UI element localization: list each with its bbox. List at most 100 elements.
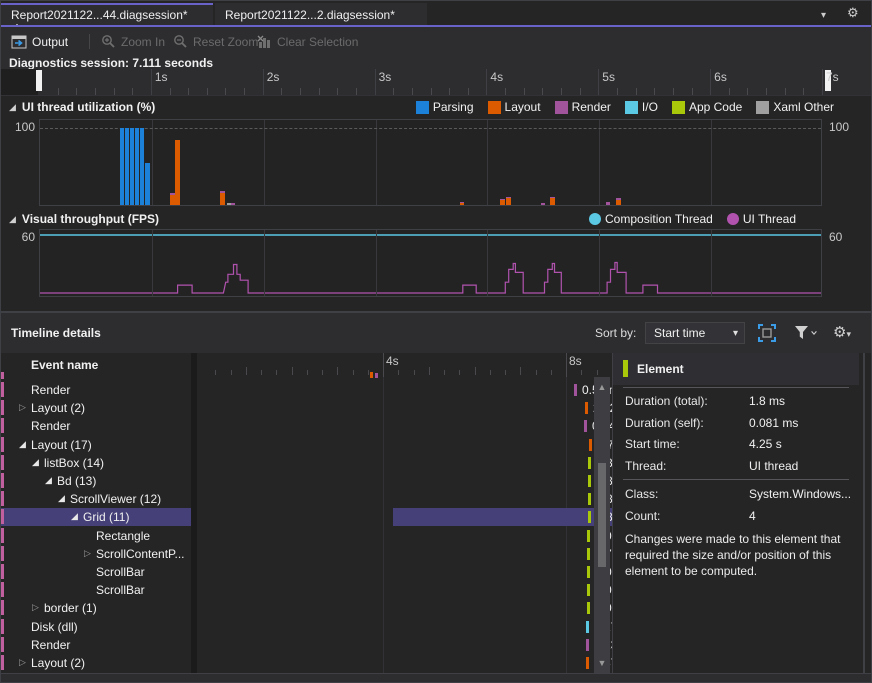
legend-label: I/O [642,100,658,114]
collapse-triangle-icon[interactable]: ◢ [9,102,16,113]
ruler-minor-tick [76,88,77,95]
expander-expanded-icon[interactable]: ◢ [58,493,65,504]
tree-row-scrollcontentp-[interactable]: ▷ScrollContentP... [1,545,191,563]
expander-expanded-icon[interactable]: ◢ [45,475,52,486]
scroll-up-icon[interactable]: ▲ [594,379,610,395]
ruler-minor-tick [170,88,171,95]
output-label: Output [32,35,68,49]
ruler-minor-tick [300,88,301,95]
property-value: 4 [749,509,756,523]
filter-icon[interactable] [794,325,818,341]
utilization-bar-layout [460,203,464,205]
ruler-minor-tick [597,370,598,375]
tab-report-1[interactable]: Report2021122...44.diagsession* ✕ [1,3,213,25]
property-label: Count: [625,509,660,523]
event-label: Layout (2) [31,656,85,670]
utilization-legend: ParsingLayoutRenderI/OApp CodeXaml Other [416,97,834,117]
gridline [376,120,377,205]
ruler-minor-tick [215,370,216,375]
ruler-minor-tick [337,88,338,95]
ruler-major-tick [822,69,823,95]
gridline [383,377,384,673]
tab-report-2[interactable]: Report2021122...2.diagsession* [215,3,427,25]
tree-row-border-1-[interactable]: ▷border (1) [1,599,191,617]
ruler-tick-label: 5s [602,70,615,84]
utilization-bar-layout [550,198,555,205]
tree-row-bd-13-[interactable]: ◢Bd (13) [1,472,191,490]
utilization-bar-layout [616,200,621,205]
tree-row-scrollbar[interactable]: ScrollBar [1,563,191,581]
duration-bar [587,548,590,560]
hundred-percent-gridline [40,128,821,129]
reset-zoom-button[interactable]: Reset Zoom [169,31,262,52]
tab-list-chevron-icon[interactable]: ▾ [821,9,826,23]
fps-legend: Composition ThreadUI Thread [589,209,796,229]
utilization-bar-render [550,197,555,199]
collapse-triangle-icon[interactable]: ◢ [9,214,16,225]
ruler-major-tick [486,69,487,95]
overview-ruler[interactable]: 1s2s3s4s5s6s7s [1,69,872,96]
clear-selection-button[interactable]: Clear Selection [253,31,362,52]
tree-row-listbox-14-[interactable]: ◢listBox (14) [1,454,191,472]
tree-row-render[interactable]: Render [1,417,191,435]
expander-expanded-icon[interactable]: ◢ [71,511,78,522]
tree-row-grid-11-[interactable]: ◢ Grid (11) [1,508,191,526]
duration-bar [586,657,589,669]
event-label: ScrollBar [96,565,145,579]
event-label: Grid (11) [83,510,129,524]
scrollbar-thumb[interactable] [598,463,606,567]
utilization-title: UI thread utilization (%) [22,100,155,114]
divider [623,479,849,480]
fps-chart[interactable] [39,229,822,297]
expander-collapsed-icon[interactable]: ▷ [19,657,26,668]
event-color-indicator [1,473,4,488]
settings-gear-icon[interactable]: ⚙▾ [833,323,851,341]
event-color-indicator [1,546,4,561]
gridline [599,230,600,296]
expander-expanded-icon[interactable]: ◢ [32,457,39,468]
sort-by-dropdown[interactable]: Start time ▾ [645,322,745,344]
scroll-down-icon[interactable]: ▼ [594,655,610,671]
gridline [599,120,600,205]
utilization-bar-parsing [125,128,129,205]
tree-row-render[interactable]: Render [1,636,191,654]
event-color-indicator [1,418,4,433]
timeline-scrollbar[interactable]: ▲ ▼ [594,377,610,673]
legend-item-ui_thread_line: UI Thread [727,212,796,226]
expander-collapsed-icon[interactable]: ▷ [19,402,26,413]
zoom-in-icon [101,34,116,49]
expander-expanded-icon[interactable]: ◢ [19,439,26,450]
output-button[interactable]: Output [7,31,72,52]
tree-row-rectangle[interactable]: Rectangle [1,527,191,545]
ruler-minor-tick [412,88,413,95]
zoom-in-button[interactable]: Zoom In [97,31,169,52]
ruler-minor-tick [524,88,525,95]
tree-row-scrollviewer-12-[interactable]: ◢ScrollViewer (12) [1,490,191,508]
ruler-gutter [1,69,38,95]
ruler-handle-left[interactable] [36,70,42,91]
property-label: Class: [625,487,658,501]
property-value: 4.25 s [749,437,782,451]
tree-row-disk-dll-[interactable]: Disk (dll) [1,618,191,636]
expander-collapsed-icon[interactable]: ▷ [32,602,39,613]
ruler-minor-tick [132,88,133,95]
ruler-major-tick [598,69,599,95]
duration-bar [584,420,587,432]
legend-item-appcode: App Code [672,100,742,114]
utilization-chart[interactable] [39,119,822,206]
tree-row-layout-2-[interactable]: ▷Layout (2) [1,399,191,417]
legend-swatch-io-icon [625,101,638,114]
zoom-to-selection-icon[interactable] [758,324,776,342]
tree-row-render[interactable]: Render [1,381,191,399]
tree-row-scrollbar[interactable]: ScrollBar [1,581,191,599]
window-gear-icon[interactable]: ⚙ [847,6,859,20]
ruler-minor-tick [292,367,293,375]
tree-row-layout-2-[interactable]: ▷ Layout (2) [1,654,191,672]
legend-swatch-xaml_other-icon [756,101,769,114]
zoom-in-label: Zoom In [121,35,165,49]
property-label: Thread: [625,459,666,473]
ruler-minor-tick [551,370,552,375]
expander-collapsed-icon[interactable]: ▷ [84,548,91,559]
gridline [487,230,488,296]
tree-row-layout-17-[interactable]: ◢Layout (17) [1,436,191,454]
